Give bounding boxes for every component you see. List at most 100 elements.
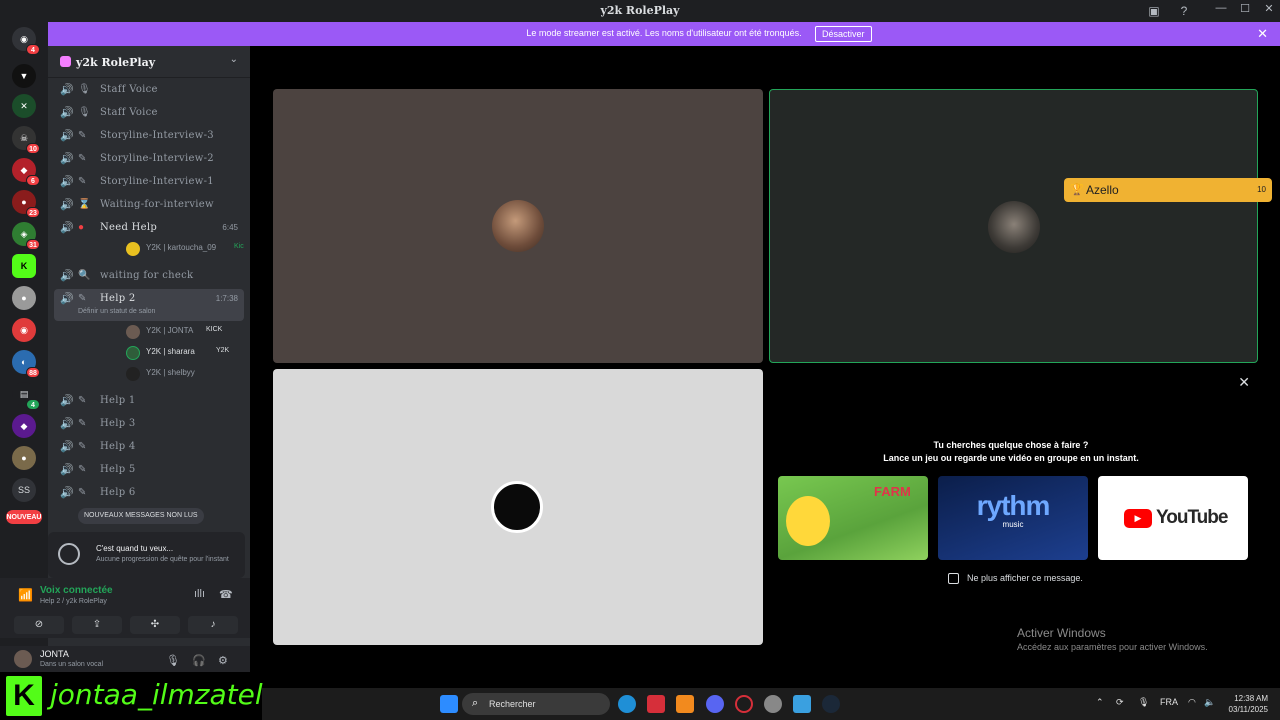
voice-channel[interactable]: 🔊 ⌛ Waiting-for-interview: [54, 195, 244, 215]
streamer-mode-banner: Le mode streamer est activé. Les noms d'…: [48, 22, 1280, 46]
discord-home-icon[interactable]: ◉ 4: [12, 27, 40, 55]
user-name[interactable]: JONTA: [40, 649, 69, 659]
server-icon[interactable]: ◆ 6: [12, 158, 40, 186]
server-icon[interactable]: ◆: [12, 414, 36, 438]
help-icon[interactable]: ?: [1176, 3, 1192, 19]
windows-taskbar: ⌕ Rechercher ⌃ ⟳ 🎙 FRA ◠ 🔈 12:38 AM 03/1…: [262, 688, 1280, 720]
server-header[interactable]: y2k RolePlay ⌄: [48, 46, 250, 78]
user-avatar[interactable]: [14, 650, 32, 668]
server-icon[interactable]: ✕: [12, 94, 36, 118]
channel-name: Help 6: [100, 487, 136, 498]
search-placeholder: Rechercher: [489, 699, 536, 709]
clock-date: 03/11/2025: [1228, 705, 1268, 714]
maximize-button[interactable]: ☐: [1236, 2, 1254, 18]
participant-tile-speaking[interactable]: [769, 89, 1258, 363]
pen-icon: ✎: [78, 153, 87, 164]
channel-name: Storyline-Interview-1: [100, 176, 214, 187]
disconnect-icon[interactable]: ☎: [219, 588, 233, 601]
wifi-icon[interactable]: ◠: [1188, 697, 1196, 708]
microphone-icon[interactable]: 🎙: [166, 654, 180, 667]
inbox-icon[interactable]: ▣: [1146, 3, 1162, 19]
activity-card-youtube[interactable]: ▶ YouTube: [1098, 476, 1248, 560]
voice-channel-need-help[interactable]: 🔊 ● Need Help 6:45: [54, 218, 244, 238]
edge-icon[interactable]: [618, 695, 636, 713]
settings-gear-icon[interactable]: ⚙: [218, 654, 228, 667]
dont-show-again-label[interactable]: Ne plus afficher ce message.: [967, 573, 1083, 583]
wps-icon[interactable]: [647, 695, 665, 713]
microphone-icon[interactable]: 🎙: [1138, 697, 1149, 708]
sync-icon[interactable]: ⟳: [1116, 697, 1124, 708]
taskbar-clock[interactable]: 12:38 AM 03/11/2025: [1229, 693, 1268, 715]
badge: 23: [26, 207, 40, 218]
voice-channel[interactable]: 🔊 🎙 Staff Voice: [54, 80, 244, 100]
voice-channel[interactable]: 🔊 ✎ Help 5: [54, 460, 244, 480]
new-messages-pill[interactable]: NOUVEAUX MESSAGES NON LUS: [78, 508, 204, 524]
server-icon[interactable]: ◐ 88: [12, 350, 40, 378]
server-icon[interactable]: ● 23: [12, 190, 40, 218]
close-window-button[interactable]: ✕: [1260, 2, 1278, 18]
participant-tile[interactable]: [273, 369, 763, 645]
badge: 6: [26, 175, 40, 186]
app-icon[interactable]: [764, 695, 782, 713]
voice-channel[interactable]: 🔊 ✎ Help 4: [54, 437, 244, 457]
windows-start-icon[interactable]: [440, 695, 458, 713]
quest-card[interactable]: C'est quand tu veux... Aucune progressio…: [48, 532, 245, 578]
server-folder-icon[interactable]: ▤ 4: [12, 382, 40, 410]
soundboard-button[interactable]: ♪: [188, 616, 238, 634]
server-icon[interactable]: ●: [12, 446, 36, 470]
discord-taskbar-icon[interactable]: [706, 695, 724, 713]
chick-icon: [786, 496, 830, 546]
opera-icon[interactable]: [735, 695, 753, 713]
language-indicator[interactable]: FRA: [1160, 697, 1178, 707]
badge: 88: [26, 367, 40, 378]
voice-channel[interactable]: 🔊 ✎ Storyline-Interview-1: [54, 172, 244, 192]
dont-show-again-checkbox[interactable]: [948, 573, 959, 584]
close-icon[interactable]: ✕: [1238, 374, 1250, 391]
user-tag: Kic: [234, 243, 244, 250]
disable-streamer-button[interactable]: Désactiver: [815, 26, 872, 42]
activity-card-rythm[interactable]: rythm music: [938, 476, 1088, 560]
server-icon[interactable]: ▼: [12, 64, 36, 88]
participant-tile[interactable]: [273, 89, 763, 363]
channel-name: Storyline-Interview-3: [100, 130, 214, 141]
voice-channel[interactable]: 🔊 ✎ Help 3: [54, 414, 244, 434]
signal-icon[interactable]: 📶: [18, 588, 33, 602]
taskbar-search[interactable]: ⌕ Rechercher: [462, 693, 610, 715]
voice-channel[interactable]: 🔊 ✎ Storyline-Interview-2: [54, 149, 244, 169]
volume-icon[interactable]: 🔈: [1204, 697, 1215, 708]
kick-logo-icon: K: [6, 676, 42, 716]
voice-channel[interactable]: 🔊 ✎ Storyline-Interview-3: [54, 126, 244, 146]
new-servers-badge[interactable]: NOUVEAU: [6, 510, 42, 524]
activities-button[interactable]: ✣: [130, 616, 180, 634]
pen-icon: ✎: [78, 130, 87, 141]
chevron-up-icon[interactable]: ⌃: [1096, 697, 1104, 708]
user-tag: Y2K: [216, 347, 230, 354]
speaker-icon: 🔊: [60, 441, 74, 453]
voice-channel[interactable]: 🔊 ✎ Help 1: [54, 391, 244, 411]
noise-suppression-icon[interactable]: ıllı: [194, 588, 205, 600]
server-icon[interactable]: ◈ 31: [12, 222, 40, 250]
headphones-icon[interactable]: 🎧: [192, 654, 206, 667]
voice-channel[interactable]: 🔊 🔍 waiting for check: [54, 266, 244, 286]
voice-status[interactable]: Voix connectée: [40, 585, 113, 596]
server-icon[interactable]: ☠ 10: [12, 126, 40, 154]
voice-channel-help-2[interactable]: 🔊 ✎ Help 2 1:7:38: [54, 289, 244, 321]
minimize-button[interactable]: —: [1212, 2, 1230, 18]
streamer-overlay: K jontaa_ilmzatel: [0, 672, 263, 720]
app-icon[interactable]: [793, 695, 811, 713]
screen-share-button[interactable]: ⇪: [72, 616, 122, 634]
voice-channel[interactable]: 🔊 🎙 Staff Voice: [54, 103, 244, 123]
server-icon[interactable]: ●: [12, 286, 36, 310]
app-icon[interactable]: [676, 695, 694, 713]
activity-card-farm[interactable]: FARM: [778, 476, 928, 560]
camera-off-button[interactable]: ⊘: [14, 616, 64, 634]
voice-location[interactable]: Help 2 / y2k RolePlay: [40, 598, 107, 605]
close-banner-icon[interactable]: ✕: [1257, 26, 1268, 42]
server-icon[interactable]: SS: [12, 478, 36, 502]
steam-icon[interactable]: [822, 695, 840, 713]
channel-status[interactable]: Définir un statut de salon: [78, 308, 155, 315]
server-icon[interactable]: ◉: [12, 318, 36, 342]
voice-channel[interactable]: 🔊 ✎ Help 6: [54, 483, 244, 503]
rythm-music-label: music: [1002, 520, 1024, 529]
kick-server-icon[interactable]: K: [12, 254, 36, 278]
